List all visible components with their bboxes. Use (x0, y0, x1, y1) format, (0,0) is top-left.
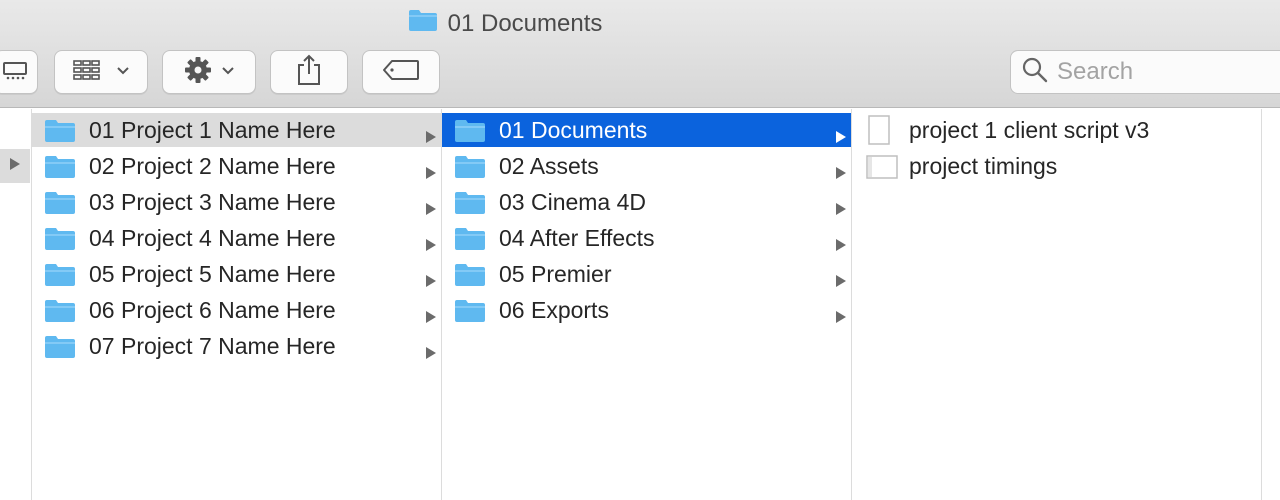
triangle-right-icon (425, 231, 437, 258)
item-label: 04 After Effects (499, 224, 655, 251)
chevron-down-icon (221, 63, 235, 81)
triangle-right-icon (425, 303, 437, 330)
project-folder-item[interactable]: 01 Project 1 Name Here (32, 113, 441, 147)
share-icon (296, 54, 322, 91)
window-title: 01 Documents (0, 8, 1010, 39)
document-icon (866, 115, 892, 151)
triangle-right-icon (425, 159, 437, 186)
parent-column[interactable] (0, 109, 32, 500)
search-field[interactable]: Search (1010, 50, 1280, 94)
subfolder-item[interactable]: 02 Assets (442, 149, 851, 183)
view-toggle-button[interactable] (0, 50, 38, 94)
folder-icon (454, 155, 486, 185)
project-folder-item[interactable]: 04 Project 4 Name Here (32, 221, 441, 255)
subfolders-column[interactable]: 01 Documents 02 Assets 03 Cinema 4D 04 Afte… (442, 109, 852, 500)
triangle-right-icon (835, 159, 847, 186)
subfolder-item[interactable]: 03 Cinema 4D (442, 185, 851, 219)
folder-icon (44, 299, 76, 329)
item-label: project timings (909, 152, 1058, 179)
item-label: 02 Project 2 Name Here (89, 152, 336, 179)
folder-icon (454, 263, 486, 293)
folder-icon (408, 8, 438, 39)
group-by-button[interactable] (54, 50, 148, 94)
gear-icon (183, 55, 213, 90)
finder-toolbar: 01 Documents Search (0, 0, 1280, 108)
item-label: 05 Project 5 Name Here (89, 260, 336, 287)
item-label: 03 Cinema 4D (499, 188, 647, 215)
triangle-right-icon (9, 157, 21, 176)
triangle-right-icon (835, 231, 847, 258)
file-item[interactable]: project 1 client script v3 (852, 113, 1261, 147)
project-folder-item[interactable]: 05 Project 5 Name Here (32, 257, 441, 291)
tags-button[interactable] (362, 50, 440, 94)
search-placeholder: Search (1057, 58, 1134, 85)
folder-icon (44, 119, 76, 149)
triangle-right-icon (425, 339, 437, 366)
folder-icon (44, 191, 76, 221)
folder-icon (44, 155, 76, 185)
folder-icon (454, 299, 486, 329)
subfolder-item[interactable]: 05 Premier (442, 257, 851, 291)
item-label: 01 Documents (499, 116, 648, 143)
gallery-view-icon (3, 60, 29, 85)
disclosure-arrow[interactable] (0, 149, 30, 183)
item-label: project 1 client script v3 (909, 116, 1150, 143)
folder-icon (454, 191, 486, 221)
item-label: 06 Exports (499, 296, 609, 323)
item-label: 06 Project 6 Name Here (89, 296, 336, 323)
subfolder-item[interactable]: 06 Exports (442, 293, 851, 327)
projects-column[interactable]: 01 Project 1 Name Here 02 Project 2 Name … (32, 109, 442, 500)
item-label: 07 Project 7 Name Here (89, 332, 336, 359)
item-label: 04 Project 4 Name Here (89, 224, 336, 251)
triangle-right-icon (835, 195, 847, 222)
triangle-right-icon (835, 303, 847, 330)
project-folder-item[interactable]: 02 Project 2 Name Here (32, 149, 441, 183)
triangle-right-icon (425, 267, 437, 294)
project-folder-item[interactable]: 06 Project 6 Name Here (32, 293, 441, 327)
files-column[interactable]: project 1 client script v3 project timing… (852, 109, 1262, 500)
folder-icon (454, 227, 486, 257)
icon-grid-icon (72, 59, 102, 86)
project-folder-item[interactable]: 07 Project 7 Name Here (32, 329, 441, 363)
triangle-right-icon (425, 123, 437, 150)
search-icon (1011, 56, 1049, 89)
file-item[interactable]: project timings (852, 149, 1261, 183)
subfolder-item[interactable]: 01 Documents (442, 113, 851, 147)
folder-icon (454, 119, 486, 149)
item-label: 01 Project 1 Name Here (89, 116, 336, 143)
triangle-right-icon (835, 123, 847, 150)
folder-icon (44, 263, 76, 293)
chevron-down-icon (116, 63, 130, 81)
item-label: 02 Assets (499, 152, 599, 179)
triangle-right-icon (425, 195, 437, 222)
item-label: 05 Premier (499, 260, 612, 287)
subfolder-item[interactable]: 04 After Effects (442, 221, 851, 255)
action-menu-button[interactable] (162, 50, 256, 94)
triangle-right-icon (835, 267, 847, 294)
folder-icon (44, 227, 76, 257)
tag-icon (382, 59, 420, 86)
window-title-text: 01 Documents (447, 9, 603, 37)
item-label: 03 Project 3 Name Here (89, 188, 336, 215)
project-folder-item[interactable]: 03 Project 3 Name Here (32, 185, 441, 219)
folder-icon (44, 335, 76, 365)
share-button[interactable] (270, 50, 348, 94)
column-browser: 01 Project 1 Name Here 02 Project 2 Name … (0, 109, 1280, 500)
spreadsheet-icon (866, 155, 898, 185)
